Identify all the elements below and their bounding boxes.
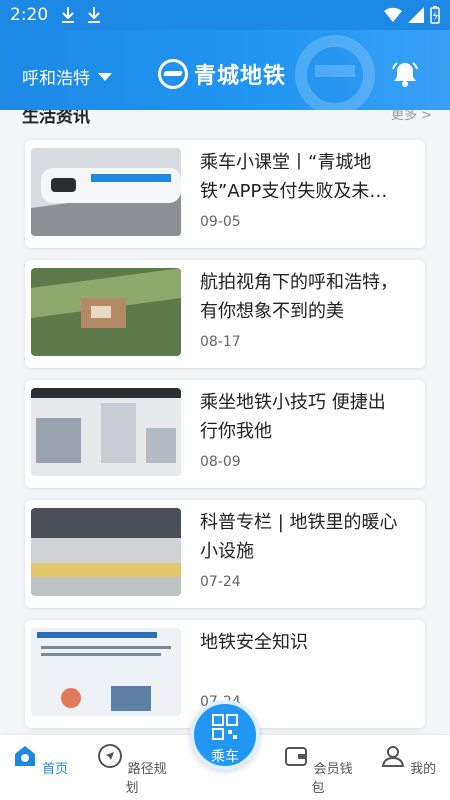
download-icon [88, 7, 101, 23]
app-name: 青城地铁 [194, 64, 287, 89]
wifi-icon [384, 7, 402, 23]
news-card[interactable]: 乘车小课堂丨“青城地铁”APP支付失败及未… 09-05 [25, 140, 425, 248]
home-icon [14, 746, 35, 766]
battery-icon [430, 6, 440, 24]
news-thumbnail [31, 148, 181, 236]
qr-code-icon [212, 714, 238, 740]
tab-home-label: 首页 [42, 762, 69, 777]
tab-wallet-label: 会员钱包 [311, 762, 353, 796]
news-list: 生活资讯 更多 > 乘车小课堂丨“青城地铁”APP支付失败及未… 09-05 航… [0, 110, 450, 735]
more-link[interactable]: 更多 > [391, 110, 432, 123]
section-title: 生活资讯 [22, 110, 90, 127]
tab-home[interactable]: 首页 [0, 743, 80, 777]
wallet-icon [285, 747, 308, 766]
city-label: 呼和浩特 [22, 69, 90, 89]
app-header: 呼和浩特 青城地铁 [0, 30, 450, 110]
city-selector[interactable]: 呼和浩特 [22, 64, 112, 89]
tab-route[interactable]: 路径规划 [92, 743, 172, 796]
news-card[interactable]: 科普专栏 | 地铁里的暖心小设施 07-24 [25, 500, 425, 608]
status-bar: 2:20 [0, 0, 450, 30]
news-thumbnail [31, 628, 181, 716]
compass-icon [98, 744, 123, 768]
news-card[interactable]: 乘坐地铁小技巧 便捷出行你我他 08-09 [25, 380, 425, 488]
user-icon [381, 746, 405, 767]
tab-mine-label: 我的 [410, 762, 437, 777]
signal-icon [408, 7, 424, 23]
news-title: 乘坐地铁小技巧 便捷出行你我他 [200, 392, 386, 442]
news-thumbnail [31, 388, 181, 476]
tab-route-label: 路径规划 [125, 762, 167, 796]
news-thumbnail [31, 508, 181, 596]
news-date: 07-24 [200, 574, 241, 590]
app-logo: 青城地铁 [158, 58, 286, 90]
status-time: 2:20 [10, 5, 49, 25]
news-title: 航拍视角下的呼和浩特，有你想象不到的美 [200, 272, 398, 322]
notification-bell-icon[interactable] [390, 60, 420, 88]
news-card[interactable]: 航拍视角下的呼和浩特，有你想象不到的美 08-17 [25, 260, 425, 368]
news-title: 科普专栏 | 地铁里的暖心小设施 [200, 512, 398, 562]
metro-logo-icon [158, 59, 188, 89]
mascot-decoration-icon [295, 35, 375, 110]
tab-mine[interactable]: 我的 [368, 743, 448, 777]
caret-down-icon [98, 72, 112, 81]
download-icon [62, 7, 75, 23]
ride-button[interactable]: 乘车 [190, 700, 260, 770]
news-date: 08-09 [200, 454, 241, 470]
news-date: 08-17 [200, 334, 241, 350]
tab-wallet[interactable]: 会员钱包 [278, 743, 358, 796]
news-title: 乘车小课堂丨“青城地铁”APP支付失败及未… [200, 152, 388, 202]
news-thumbnail [31, 268, 181, 356]
ride-label: 乘车 [211, 749, 239, 765]
news-title: 地铁安全知识 [200, 632, 308, 653]
news-date: 09-05 [200, 214, 241, 230]
